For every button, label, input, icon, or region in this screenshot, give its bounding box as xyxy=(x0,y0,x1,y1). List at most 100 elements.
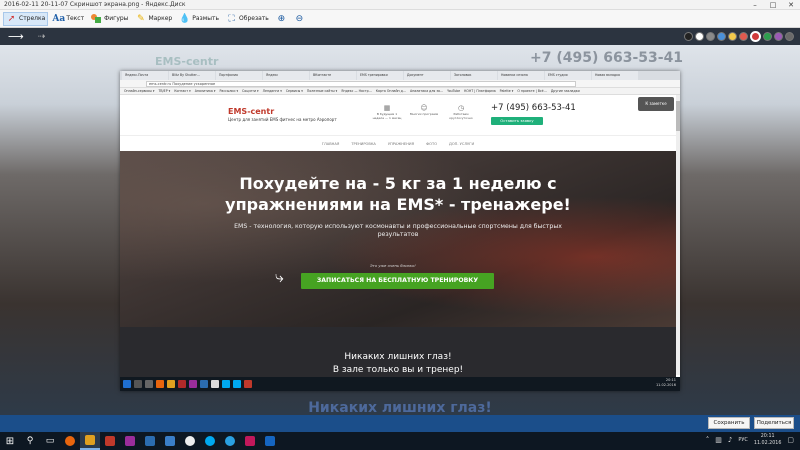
curved-arrow-icon: ⤷ xyxy=(275,267,284,286)
bookmark-item: Полезные сайты ▾ xyxy=(306,89,338,93)
app-blue-icon[interactable] xyxy=(260,432,280,450)
chevron-up-icon[interactable]: ˄ xyxy=(706,436,710,444)
tool-crop[interactable]: ⛶ Обрезать xyxy=(224,12,271,26)
save-button[interactable]: Сохранить xyxy=(708,417,750,429)
volume-icon[interactable]: ♪ xyxy=(728,436,732,444)
firefox-icon[interactable] xyxy=(60,432,80,450)
app-pink-icon[interactable] xyxy=(240,432,260,450)
bookmark-item: ТВ/ЕР ▾ xyxy=(158,89,171,93)
minimize-button[interactable]: – xyxy=(746,0,764,10)
file-explorer-icon[interactable] xyxy=(80,432,100,450)
editor-toolbar: ➚ Стрелка Aa Текст Фигуры ✎ Маркер 💧 Раз… xyxy=(0,10,800,28)
windows-start-icon[interactable]: ⊞ xyxy=(0,436,20,447)
hero-subtitle: EMS - технология, которую используют кос… xyxy=(234,223,562,238)
store-icon[interactable] xyxy=(160,432,180,450)
blur-icon: 💧 xyxy=(179,13,191,24)
browser-tab: Портфолио xyxy=(216,71,262,80)
browser-tab: Яндекс xyxy=(263,71,309,80)
hero-title: Похудейте на - 5 кг за 1 неделю с упражн… xyxy=(120,173,676,215)
task-view-icon[interactable]: ▭ xyxy=(40,432,60,450)
maximize-button[interactable]: □ xyxy=(764,0,782,10)
tool-marker-label: Маркер xyxy=(148,15,173,22)
tool-crop-label: Обрезать xyxy=(239,15,269,22)
bookmark-item: Онлайн-сервисы ▾ xyxy=(124,89,155,93)
page-scroll-thumb xyxy=(676,101,680,131)
color-swatch[interactable] xyxy=(763,32,772,41)
arrow-icon: ➚ xyxy=(7,13,16,24)
search-icon[interactable]: ⚲ xyxy=(20,432,40,450)
site-nav-link: ФОТО xyxy=(426,142,438,146)
notifications-icon[interactable]: ▢ xyxy=(787,436,794,444)
color-swatch[interactable] xyxy=(739,32,748,41)
bookmark-item: Palette ▾ xyxy=(499,89,514,93)
url-field: ems-centr.ru Похудение ускоренное xyxy=(146,81,576,87)
tool-marker[interactable]: ✎ Маркер xyxy=(133,12,174,26)
onenote-icon[interactable] xyxy=(120,432,140,450)
color-swatch[interactable] xyxy=(728,32,737,41)
zoom-out-icon: ⊖ xyxy=(295,13,304,24)
zoom-in-button[interactable]: ⊕ xyxy=(274,12,289,26)
language-indicator[interactable]: РУС xyxy=(738,437,748,443)
window-titlebar: 2016-02-11 20-11-07 Скриншот экрана.png … xyxy=(0,0,800,10)
style-toolbar: ⟶ ⇢ xyxy=(0,28,800,45)
telegram-icon xyxy=(233,380,241,388)
privacy-line1: Никаких лишних глаз! xyxy=(344,352,452,362)
app-red-icon[interactable] xyxy=(100,432,120,450)
tool-text-label: Текст xyxy=(66,15,85,22)
color-swatch[interactable] xyxy=(717,32,726,41)
tool-shapes-label: Фигуры xyxy=(104,15,129,22)
bookmark-item: Аналитика для за… xyxy=(410,89,444,93)
image-canvas[interactable]: EMS-centr +7 (495) 663-53-41 Никаких лиш… xyxy=(0,45,800,415)
site-nav-link: ДОП. УСЛУГИ xyxy=(449,142,475,146)
arrow-style-dashed-icon[interactable]: ⇢ xyxy=(38,32,47,42)
privacy-section: Никаких лишних глаз! В зале только вы и … xyxy=(120,327,676,377)
bookmarks-bar: Онлайн-сервисы ▾ ТВ/ЕР ▾ Контакт ▾ Аналитик… xyxy=(120,88,680,95)
hero-title-line1: Похудейте на - 5 кг за 1 неделю с xyxy=(239,174,557,193)
tool-text[interactable]: Aa Текст xyxy=(51,12,86,26)
bookmark-item: Сервисы ▾ xyxy=(285,89,303,93)
tool-shapes[interactable]: Фигуры xyxy=(89,12,130,26)
color-swatch[interactable] xyxy=(695,32,704,41)
marker-icon: ✎ xyxy=(137,13,145,24)
color-swatch[interactable] xyxy=(750,31,761,42)
tool-arrow[interactable]: ➚ Стрелка xyxy=(3,11,49,26)
corner-note-button: К заметке xyxy=(638,97,674,111)
action-bar: Сохранить Поделиться xyxy=(0,415,800,432)
color-swatch[interactable] xyxy=(774,32,783,41)
calculator-icon[interactable] xyxy=(140,432,160,450)
clock-date: 11.02.2016 xyxy=(753,441,782,446)
inner-taskbar: 20:11 11.02.2016 xyxy=(120,377,680,391)
color-swatch[interactable] xyxy=(785,32,794,41)
telegram-icon[interactable] xyxy=(220,432,240,450)
color-swatch[interactable] xyxy=(706,32,715,41)
yandex-browser-icon[interactable] xyxy=(180,432,200,450)
bookmark-item: Лендинги ▾ xyxy=(262,89,282,93)
share-button[interactable]: Поделиться xyxy=(754,417,794,429)
color-swatch[interactable] xyxy=(684,32,693,41)
bookmark-item: О проекте | Всё… xyxy=(517,89,547,93)
task-view-icon xyxy=(145,380,153,388)
skype-icon xyxy=(222,380,230,388)
tool-blur[interactable]: 💧 Размыть xyxy=(177,12,221,26)
system-clock[interactable]: 20:11 11.02.2016 xyxy=(754,433,781,447)
arrow-style-solid-icon[interactable]: ⟶ xyxy=(8,30,24,43)
search-icon xyxy=(134,380,142,388)
browser-tab: ВКонтакте xyxy=(310,71,356,80)
calculator-icon xyxy=(200,380,208,388)
feature-text: Работаем круглосуточно xyxy=(449,112,473,120)
bookmark-item: Соцсети ▾ xyxy=(242,89,259,93)
site-nav: ГЛАВНАЯ ТРЕНИРОВКА УПРАЖНЕНИЯ ФОТО ДОП. УСЛУ… xyxy=(120,135,676,151)
skype-icon[interactable] xyxy=(200,432,220,450)
browser-tabs: Яндекс.Почта Blitz By Shutter… Портфолио Ян… xyxy=(120,71,680,80)
clock-time: 20:11 xyxy=(760,434,775,439)
site-tagline: Центр для занятий EMS фитнес на метро Аэ… xyxy=(228,117,337,122)
network-icon[interactable]: ▥ xyxy=(715,436,722,444)
text-icon: Aa xyxy=(52,13,66,24)
bookmark-item: Карта Онлайн д… xyxy=(375,89,407,93)
browser-tab: Новая вкладка xyxy=(592,71,638,80)
close-button[interactable]: ✕ xyxy=(782,0,800,10)
zoom-out-button[interactable]: ⊖ xyxy=(292,12,307,26)
hero-section: Похудейте на - 5 кг за 1 неделю с упражн… xyxy=(120,151,676,327)
cta-button: ЗАПИСАТЬСЯ НА БЕСПЛАТНУЮ ТРЕНИРОВКУ xyxy=(301,273,494,289)
browser-tab: Документ xyxy=(404,71,450,80)
